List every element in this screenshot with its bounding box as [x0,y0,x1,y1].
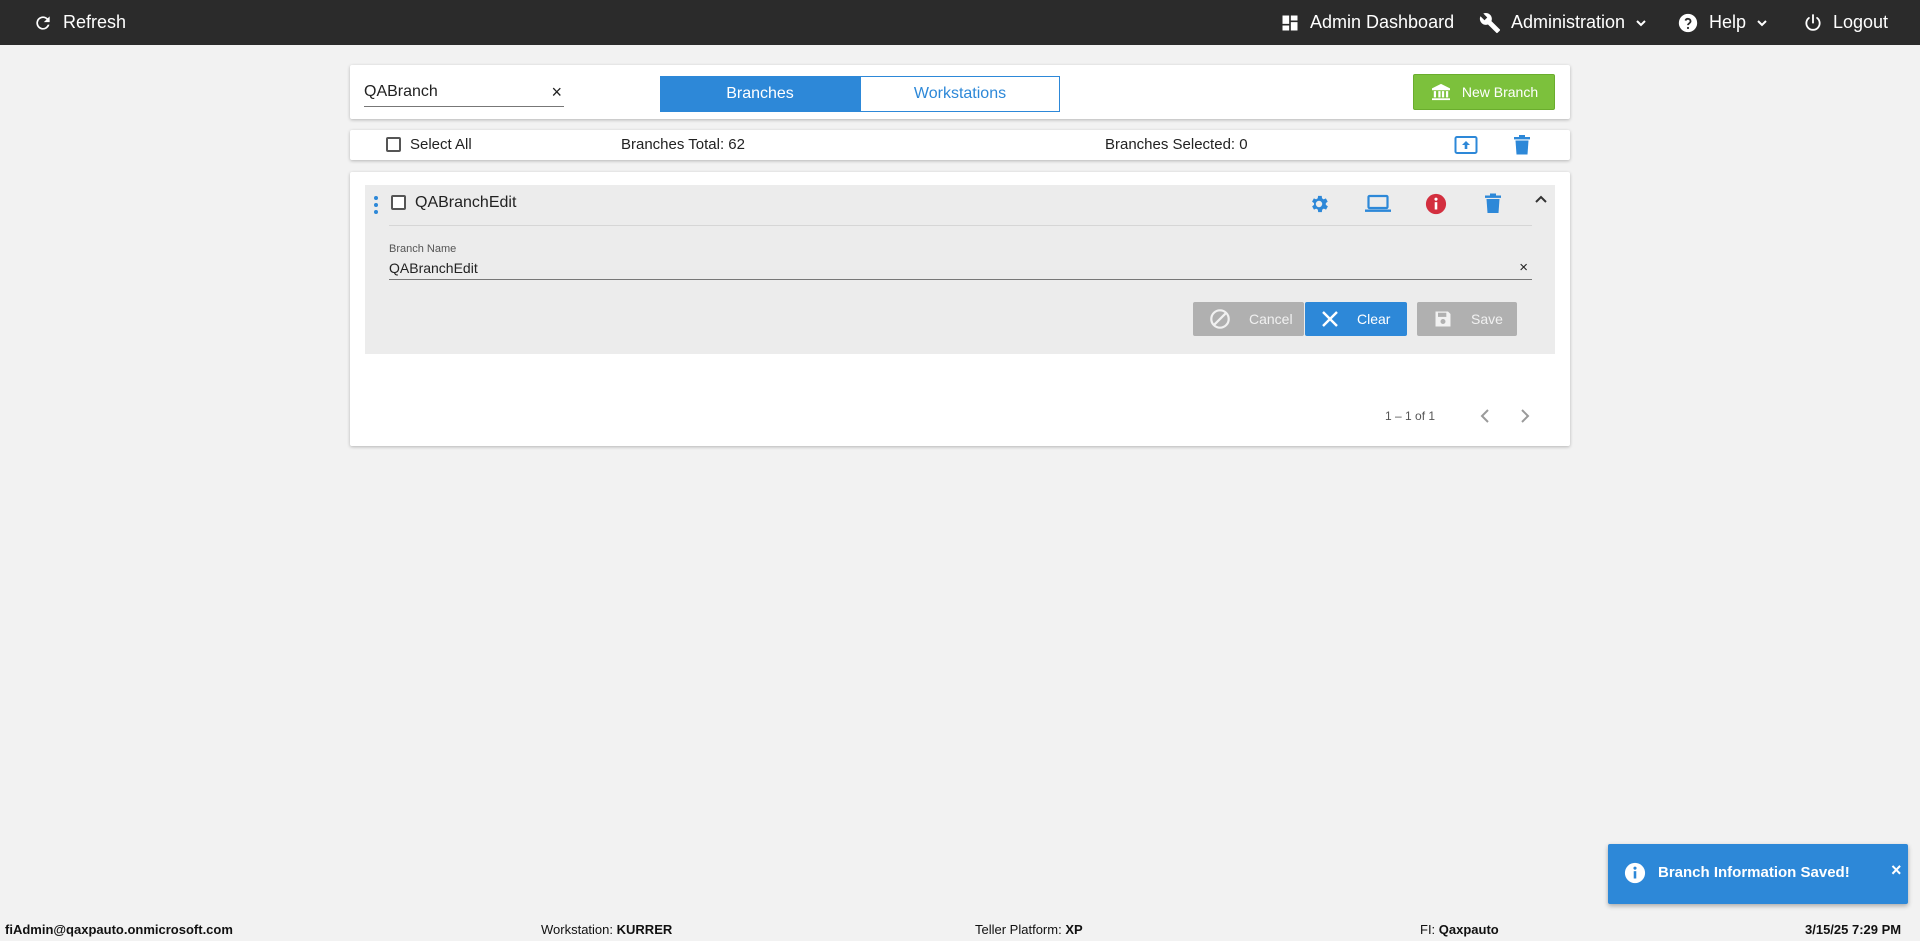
trash-icon[interactable] [1513,135,1531,155]
branch-row-title: QABranchEdit [415,194,517,211]
new-branch-label: New Branch [1461,84,1539,100]
new-branch-button[interactable]: New Branch [1413,74,1555,110]
cancel-label: Cancel [1249,311,1293,327]
pagination-range: 1 – 1 of 1 [1385,409,1436,423]
drag-handle-icon[interactable] [374,196,378,214]
trash-icon[interactable] [1484,193,1502,214]
search-clear-button[interactable]: × [551,83,562,101]
branch-list-panel: QABranchEdit Branch Name × Cancel [350,172,1570,446]
chevron-down-icon [1635,17,1647,29]
logout-label: Logout [1833,12,1889,32]
info-icon [1624,862,1646,884]
wrench-icon [1479,12,1501,34]
checkbox-box [386,137,401,152]
toast-close-button[interactable]: × [1891,861,1902,879]
teller-platform-value: XP [1065,922,1083,937]
search-toolbar: × Branches Workstations New Branch [350,65,1570,119]
branch-name-input[interactable] [389,258,1489,278]
tab-branches[interactable]: Branches [660,76,860,112]
branches-selected: Branches Selected: 0 [1105,136,1248,153]
footer-fi: FI: Qaxpauto [1420,922,1499,937]
branch-name-label: Branch Name [389,243,457,255]
row-divider [389,225,1532,226]
branches-total: Branches Total: 62 [621,136,745,153]
refresh-label: Refresh [63,12,127,32]
toast-message: Branch Information Saved! [1658,864,1850,881]
save-label: Save [1471,311,1503,327]
administration-menu[interactable]: Administration [1479,0,1647,45]
admin-dashboard-link[interactable]: Admin Dashboard [1280,0,1454,45]
clear-label: Clear [1357,311,1391,327]
tab-workstations[interactable]: Workstations [860,76,1060,112]
footer-user: fiAdmin@qaxpauto.onmicrosoft.com [5,922,233,937]
chevron-up-icon[interactable] [1534,194,1548,206]
administration-label: Administration [1511,12,1626,32]
help-label: Help [1709,12,1747,32]
chevron-left-icon[interactable] [1479,408,1491,424]
save-button[interactable]: Save [1417,302,1517,336]
footer-teller-platform: Teller Platform: XP [975,922,1083,937]
help-menu[interactable]: Help [1677,0,1768,45]
view-toggle: Branches Workstations [660,76,1060,112]
help-icon [1677,12,1699,34]
admin-dashboard-label: Admin Dashboard [1310,12,1455,32]
clear-button[interactable]: Clear [1305,302,1407,336]
refresh-button[interactable]: Refresh [33,0,126,45]
export-icon[interactable] [1454,135,1478,155]
cancel-button[interactable]: Cancel [1193,302,1304,336]
select-all-label: Select All [410,136,472,153]
workstation-value: KURRER [616,922,673,937]
refresh-icon [33,13,53,33]
teller-platform-label: Teller Platform: [975,922,1062,937]
branch-name-field: × [389,258,1532,280]
chevron-right-icon[interactable] [1519,408,1531,424]
notification-toast: Branch Information Saved! × [1608,844,1908,904]
workstation-label: Workstation: [541,922,614,937]
branch-search-field: × [364,79,564,107]
block-icon [1209,308,1231,330]
fi-value: Qaxpauto [1438,922,1499,937]
branch-search-input[interactable] [364,79,539,105]
logout-button[interactable]: Logout [1803,0,1888,45]
status-footer: fiAdmin@qaxpauto.onmicrosoft.com Worksta… [0,917,1920,941]
info-icon[interactable] [1425,193,1447,215]
branch-row-checkbox[interactable] [391,195,406,210]
laptop-icon[interactable] [1365,193,1391,215]
select-all-checkbox[interactable]: Select All [386,136,472,153]
power-icon [1803,13,1823,33]
gear-icon[interactable] [1308,193,1330,215]
floppy-icon [1433,309,1453,329]
branch-name-clear-button[interactable]: × [1519,259,1528,276]
footer-workstation: Workstation: KURRER [541,922,672,937]
chevron-down-icon [1756,17,1768,29]
dashboard-icon [1280,13,1300,33]
branch-row: QABranchEdit Branch Name × Cancel [365,185,1555,354]
footer-datetime: 3/15/25 7:29 PM [1805,922,1902,937]
branches-summary-bar: Select All Branches Total: 62 Branches S… [350,130,1570,160]
fi-label: FI: [1420,922,1436,937]
bank-icon [1430,83,1452,101]
close-icon [1321,310,1339,328]
top-navigation-bar: Refresh Admin Dashboard Administration H… [0,0,1920,45]
